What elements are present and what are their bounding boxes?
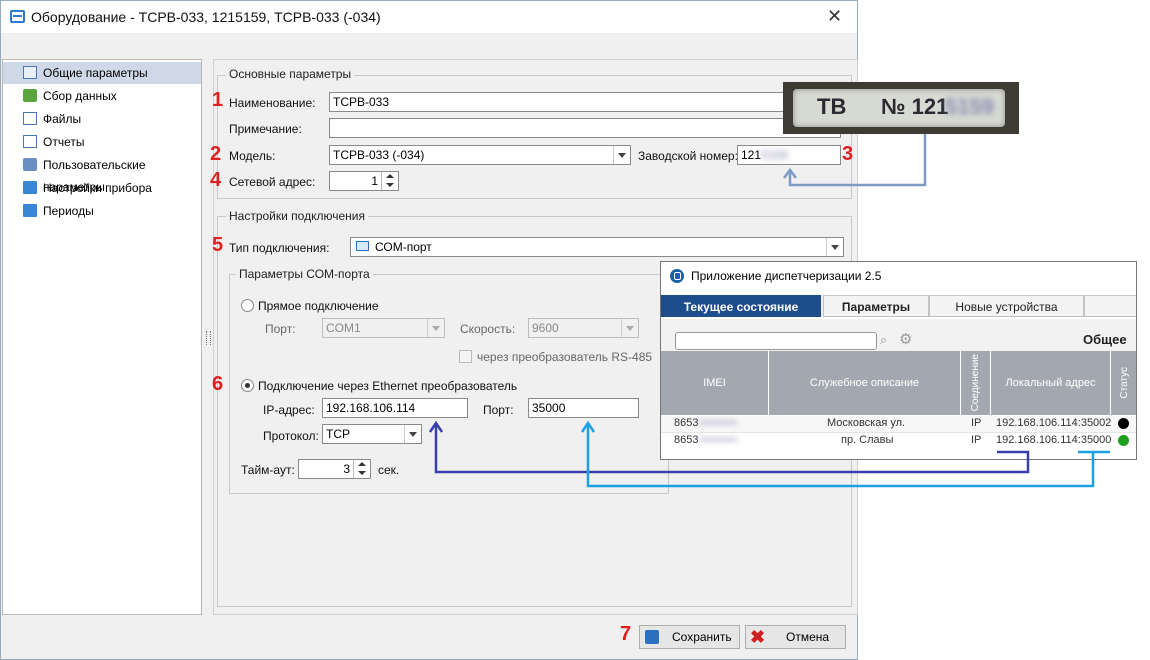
arrow-ip <box>434 424 1030 474</box>
arrow-port <box>586 424 1110 488</box>
arrow-photo-serial <box>788 134 927 187</box>
annotation-arrows <box>428 134 1110 488</box>
